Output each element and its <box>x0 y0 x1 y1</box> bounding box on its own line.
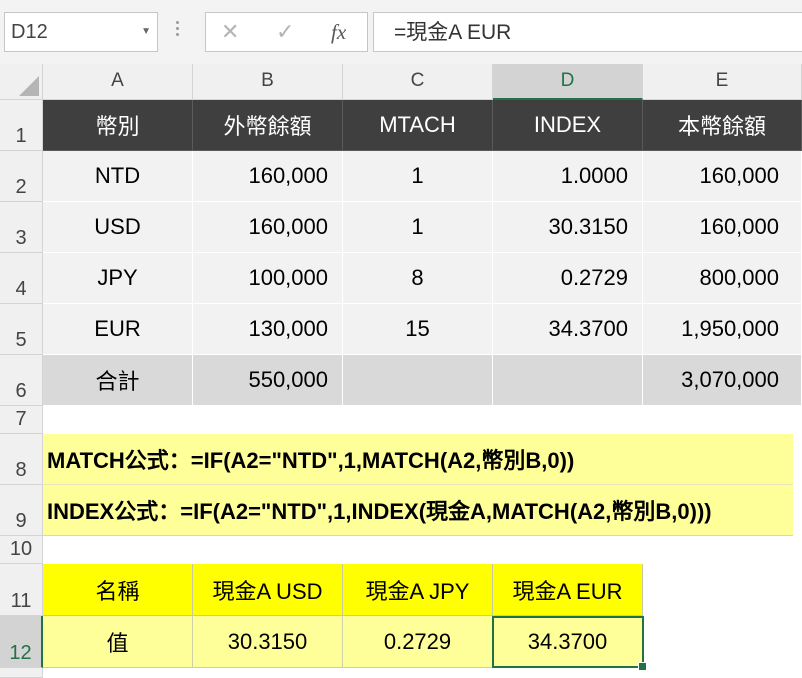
column-header-c[interactable]: C <box>343 64 493 100</box>
cell-e5[interactable]: 1,950,000 <box>643 304 802 355</box>
cell-b11[interactable]: 現金A USD <box>193 564 343 616</box>
cell-c6[interactable] <box>343 355 493 406</box>
row-header-5[interactable]: 5 <box>0 304 43 355</box>
cell-b4[interactable]: 100,000 <box>193 253 343 304</box>
formula-input[interactable]: =現金A EUR <box>373 12 802 52</box>
match-formula-note[interactable]: MATCH公式：=IF(A2="NTD",1,MATCH(A2,幣別B,0)) <box>43 434 793 485</box>
cell-c4[interactable]: 8 <box>343 253 493 304</box>
cell-d2[interactable]: 1.0000 <box>493 151 643 202</box>
cell-d11[interactable]: 現金A EUR <box>493 564 643 616</box>
cell-c3[interactable]: 1 <box>343 202 493 253</box>
cell-c2[interactable]: 1 <box>343 151 493 202</box>
row-header-13[interactable] <box>0 668 43 678</box>
cell-b1[interactable]: 外幣餘額 <box>193 100 343 151</box>
cell-b2[interactable]: 160,000 <box>193 151 343 202</box>
column-header-a[interactable]: A <box>43 64 193 100</box>
cell-e4[interactable]: 800,000 <box>643 253 802 304</box>
column-header-d[interactable]: D <box>493 64 643 100</box>
column-header-b[interactable]: B <box>193 64 343 100</box>
cell-a12[interactable]: 值 <box>43 616 193 668</box>
select-all-icon <box>19 76 39 96</box>
row-header-4[interactable]: 4 <box>0 253 43 304</box>
cell-b3[interactable]: 160,000 <box>193 202 343 253</box>
row-header-9[interactable]: 9 <box>0 485 43 536</box>
row-header-11[interactable]: 11 <box>0 564 43 616</box>
drag-handle-icon[interactable] <box>172 18 182 44</box>
cell-e2[interactable]: 160,000 <box>643 151 802 202</box>
formula-buttons: ✕ ✓ fx <box>205 12 368 52</box>
chevron-down-icon[interactable]: ▼ <box>141 13 151 51</box>
name-box[interactable]: D12 ▼ <box>4 12 158 52</box>
cell-d5[interactable]: 34.3700 <box>493 304 643 355</box>
cell-a3[interactable]: USD <box>43 202 193 253</box>
row-header-8[interactable]: 8 <box>0 434 43 485</box>
row-header-3[interactable]: 3 <box>0 202 43 253</box>
cell-a5[interactable]: EUR <box>43 304 193 355</box>
row-header-7[interactable]: 7 <box>0 406 43 434</box>
row-header-12[interactable]: 12 <box>0 616 43 668</box>
cancel-icon[interactable]: ✕ <box>221 13 239 51</box>
enter-icon[interactable]: ✓ <box>276 13 294 51</box>
select-all-button[interactable] <box>0 64 43 100</box>
cell-d4[interactable]: 0.2729 <box>493 253 643 304</box>
row-header-1[interactable]: 1 <box>0 100 43 151</box>
cell-b12[interactable]: 30.3150 <box>193 616 343 668</box>
cell-b6[interactable]: 550,000 <box>193 355 343 406</box>
cell-a6[interactable]: 合計 <box>43 355 193 406</box>
cell-a2[interactable]: NTD <box>43 151 193 202</box>
cell-d3[interactable]: 30.3150 <box>493 202 643 253</box>
cell-b5[interactable]: 130,000 <box>193 304 343 355</box>
cell-e6[interactable]: 3,070,000 <box>643 355 802 406</box>
cell-a11[interactable]: 名稱 <box>43 564 193 616</box>
row-header-10[interactable]: 10 <box>0 536 43 564</box>
cell-c11[interactable]: 現金A JPY <box>343 564 493 616</box>
insert-function-icon[interactable]: fx <box>331 13 346 51</box>
cell-e3[interactable]: 160,000 <box>643 202 802 253</box>
name-box-value: D12 <box>11 21 48 43</box>
cell-a1[interactable]: 幣別 <box>43 100 193 151</box>
cell-d6[interactable] <box>493 355 643 406</box>
index-formula-note[interactable]: INDEX公式：=IF(A2="NTD",1,INDEX(現金A,MATCH(A… <box>43 485 793 536</box>
cell-d12[interactable]: 34.3700 <box>493 616 643 668</box>
cell-d1[interactable]: INDEX <box>493 100 643 151</box>
cell-c5[interactable]: 15 <box>343 304 493 355</box>
row-header-2[interactable]: 2 <box>0 151 43 202</box>
cell-a4[interactable]: JPY <box>43 253 193 304</box>
cell-c1[interactable]: MTACH <box>343 100 493 151</box>
row-header-6[interactable]: 6 <box>0 355 43 406</box>
column-header-e[interactable]: E <box>643 64 802 100</box>
cell-c12[interactable]: 0.2729 <box>343 616 493 668</box>
formula-bar: D12 ▼ ✕ ✓ fx =現金A EUR <box>0 0 802 64</box>
cell-e1[interactable]: 本幣餘額 <box>643 100 802 151</box>
